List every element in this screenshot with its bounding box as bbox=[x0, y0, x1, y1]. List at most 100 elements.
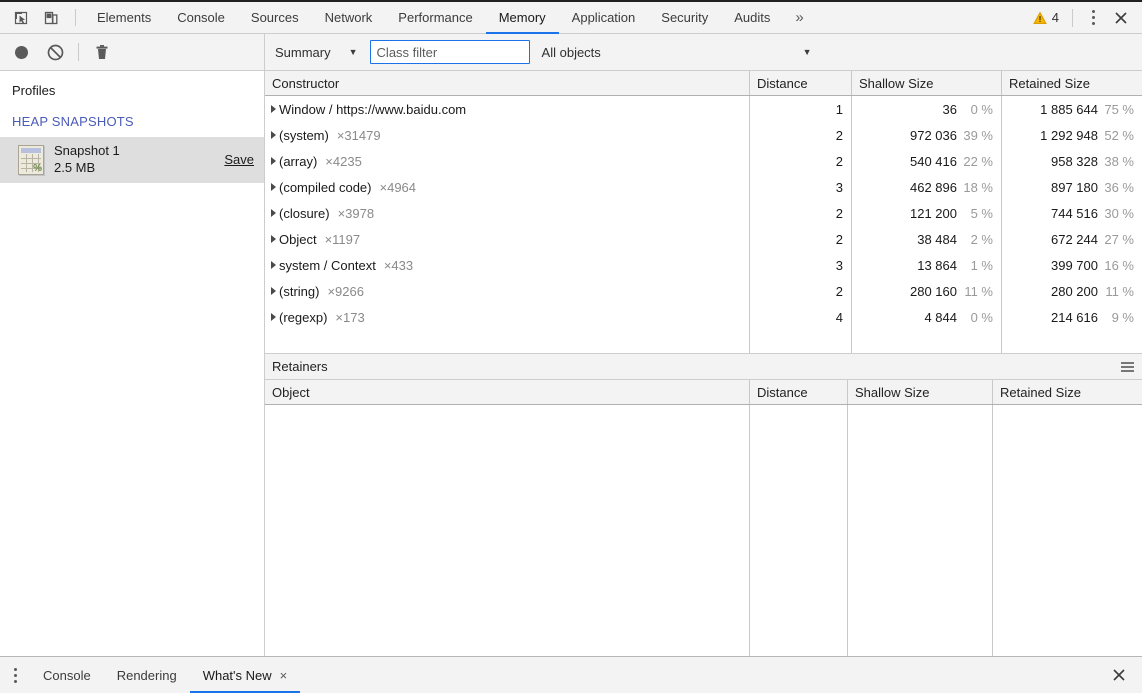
save-snapshot-link[interactable]: Save bbox=[224, 152, 254, 167]
constructor-name: (system) bbox=[279, 128, 329, 143]
expand-triangle-icon[interactable] bbox=[271, 157, 276, 165]
close-tab-icon[interactable]: × bbox=[280, 668, 288, 683]
warning-triangle-icon bbox=[1033, 11, 1047, 25]
table-row[interactable]: (system)×314792972 03639 %1 292 94852 % bbox=[265, 122, 1142, 148]
cell-retained-size-percent: 27 % bbox=[1098, 232, 1134, 247]
tab-console[interactable]: Console bbox=[164, 2, 238, 33]
column-header-constructor[interactable]: Constructor bbox=[265, 71, 750, 95]
constructor-name: (closure) bbox=[279, 206, 330, 221]
record-heap-snapshot-button[interactable] bbox=[10, 41, 32, 63]
cell-shallow-size-percent: 18 % bbox=[957, 180, 993, 195]
table-row[interactable]: (closure)×39782121 2005 %744 51630 % bbox=[265, 200, 1142, 226]
expand-triangle-icon[interactable] bbox=[271, 209, 276, 217]
constructor-count: ×4964 bbox=[380, 180, 417, 195]
drawer-tab-console[interactable]: Console bbox=[30, 657, 104, 693]
hamburger-icon[interactable] bbox=[1121, 362, 1134, 372]
column-header-distance[interactable]: Distance bbox=[750, 71, 852, 95]
tab-performance[interactable]: Performance bbox=[385, 2, 485, 33]
constructor-count: ×3978 bbox=[338, 206, 375, 221]
constructor-name: Object bbox=[279, 232, 317, 247]
drawer-tab-list: Console Rendering What's New × bbox=[30, 657, 300, 693]
cell-constructor: (regexp)×173 bbox=[265, 304, 750, 330]
table-row[interactable]: (compiled code)×49643462 89618 %897 1803… bbox=[265, 174, 1142, 200]
warning-badge[interactable]: 4 bbox=[1027, 10, 1065, 25]
constructors-grid-header: Constructor Distance Shallow Size Retain… bbox=[265, 71, 1142, 96]
table-row[interactable]: (string)×92662280 16011 %280 20011 % bbox=[265, 278, 1142, 304]
tab-sources[interactable]: Sources bbox=[238, 2, 312, 33]
cell-retained-size-value: 1 292 948 bbox=[1040, 128, 1098, 143]
cell-shallow-size-value: 121 200 bbox=[910, 206, 957, 221]
cell-retained-size-value: 214 616 bbox=[1051, 310, 1098, 325]
expand-triangle-icon[interactable] bbox=[271, 313, 276, 321]
cell-distance: 2 bbox=[750, 278, 852, 304]
cell-retained-size-value: 280 200 bbox=[1051, 284, 1098, 299]
table-row[interactable]: Object×1197238 4842 %672 24427 % bbox=[265, 226, 1142, 252]
cell-constructor: (system) ×31479 bbox=[265, 122, 750, 148]
sidebar-item-snapshot-1[interactable]: % Snapshot 1 2.5 MB Save bbox=[0, 137, 264, 183]
cell-retained-size-value: 399 700 bbox=[1051, 258, 1098, 273]
constructor-count: ×31479 bbox=[337, 128, 381, 143]
expand-triangle-icon[interactable] bbox=[271, 131, 276, 139]
toolbar-divider bbox=[1072, 9, 1073, 27]
table-row[interactable]: (regexp)×17344 8440 %214 6169 % bbox=[265, 304, 1142, 330]
cell-distance: 2 bbox=[750, 148, 852, 174]
constructor-name: Window / https://www.baidu.com bbox=[279, 102, 466, 117]
table-row[interactable]: system / Context×433313 8641 %399 70016 … bbox=[265, 252, 1142, 278]
expand-triangle-icon[interactable] bbox=[271, 287, 276, 295]
inspect-element-icon[interactable] bbox=[6, 2, 36, 33]
kebab-menu-icon[interactable] bbox=[1080, 10, 1106, 25]
drawer-tab-rendering[interactable]: Rendering bbox=[104, 657, 190, 693]
tab-elements[interactable]: Elements bbox=[84, 2, 164, 33]
expand-triangle-icon[interactable] bbox=[271, 261, 276, 269]
cell-retained-size: 897 18036 % bbox=[1002, 174, 1142, 200]
expand-triangle-icon[interactable] bbox=[271, 183, 276, 191]
tab-audits[interactable]: Audits bbox=[721, 2, 783, 33]
column-header-shallow-size[interactable]: Shallow Size bbox=[852, 71, 1002, 95]
cell-shallow-size-value: 972 036 bbox=[910, 128, 957, 143]
tab-network[interactable]: Network bbox=[312, 2, 386, 33]
kebab-menu-icon[interactable] bbox=[0, 657, 30, 693]
close-drawer-icon[interactable] bbox=[1104, 668, 1134, 682]
cell-retained-size-percent: 9 % bbox=[1098, 310, 1134, 325]
cell-shallow-size-percent: 2 % bbox=[957, 232, 993, 247]
retainers-column-header-retained-size[interactable]: Retained Size bbox=[993, 380, 1142, 404]
delete-profile-button[interactable] bbox=[91, 41, 113, 63]
tab-security[interactable]: Security bbox=[648, 2, 721, 33]
drawer-tab-whats-new[interactable]: What's New × bbox=[190, 657, 301, 693]
expand-triangle-icon[interactable] bbox=[271, 235, 276, 243]
class-filter-input[interactable] bbox=[370, 40, 530, 64]
objects-filter-select[interactable]: All objects ▼ bbox=[542, 45, 812, 60]
no-entry-icon bbox=[47, 44, 64, 61]
table-row[interactable]: (array)×42352540 41622 %958 32838 % bbox=[265, 148, 1142, 174]
view-mode-select[interactable]: Summary ▼ bbox=[273, 40, 362, 64]
cell-retained-size-percent: 38 % bbox=[1098, 154, 1134, 169]
cell-retained-size-percent: 30 % bbox=[1098, 206, 1134, 221]
tab-application[interactable]: Application bbox=[559, 2, 649, 33]
tab-label: Audits bbox=[734, 10, 770, 25]
view-select-toolbar: Summary ▼ All objects ▼ bbox=[265, 34, 1142, 71]
device-toolbar-icon[interactable] bbox=[36, 2, 66, 33]
toolbar-divider bbox=[78, 43, 79, 61]
retainers-column-header-distance[interactable]: Distance bbox=[750, 380, 848, 404]
column-header-retained-size[interactable]: Retained Size bbox=[1002, 71, 1142, 95]
cell-constructor: Window / https://www.baidu.com bbox=[265, 96, 750, 122]
tab-label: Network bbox=[325, 10, 373, 25]
tab-memory[interactable]: Memory bbox=[486, 2, 559, 33]
cell-retained-size-percent: 36 % bbox=[1098, 180, 1134, 195]
close-icon[interactable] bbox=[1106, 11, 1136, 25]
profiles-sidebar: Profiles HEAP SNAPSHOTS % Snapshot 1 2.5… bbox=[0, 71, 265, 656]
clear-button[interactable] bbox=[44, 41, 66, 63]
chevron-down-icon: ▼ bbox=[803, 47, 812, 57]
trash-icon bbox=[94, 44, 110, 61]
cell-constructor: (string)×9266 bbox=[265, 278, 750, 304]
constructor-count: ×1197 bbox=[325, 232, 361, 247]
table-row[interactable]: Window / https://www.baidu.com1360 %1 88… bbox=[265, 96, 1142, 122]
retainers-column-header-object[interactable]: Object bbox=[265, 380, 750, 404]
toolbar-divider bbox=[75, 9, 76, 26]
tab-label: Security bbox=[661, 10, 708, 25]
retainers-column-header-shallow-size[interactable]: Shallow Size bbox=[848, 380, 993, 404]
cell-retained-size-value: 744 516 bbox=[1051, 206, 1098, 221]
constructor-count: ×9266 bbox=[327, 284, 364, 299]
expand-triangle-icon[interactable] bbox=[271, 105, 276, 113]
more-tabs-icon[interactable]: » bbox=[783, 2, 815, 33]
